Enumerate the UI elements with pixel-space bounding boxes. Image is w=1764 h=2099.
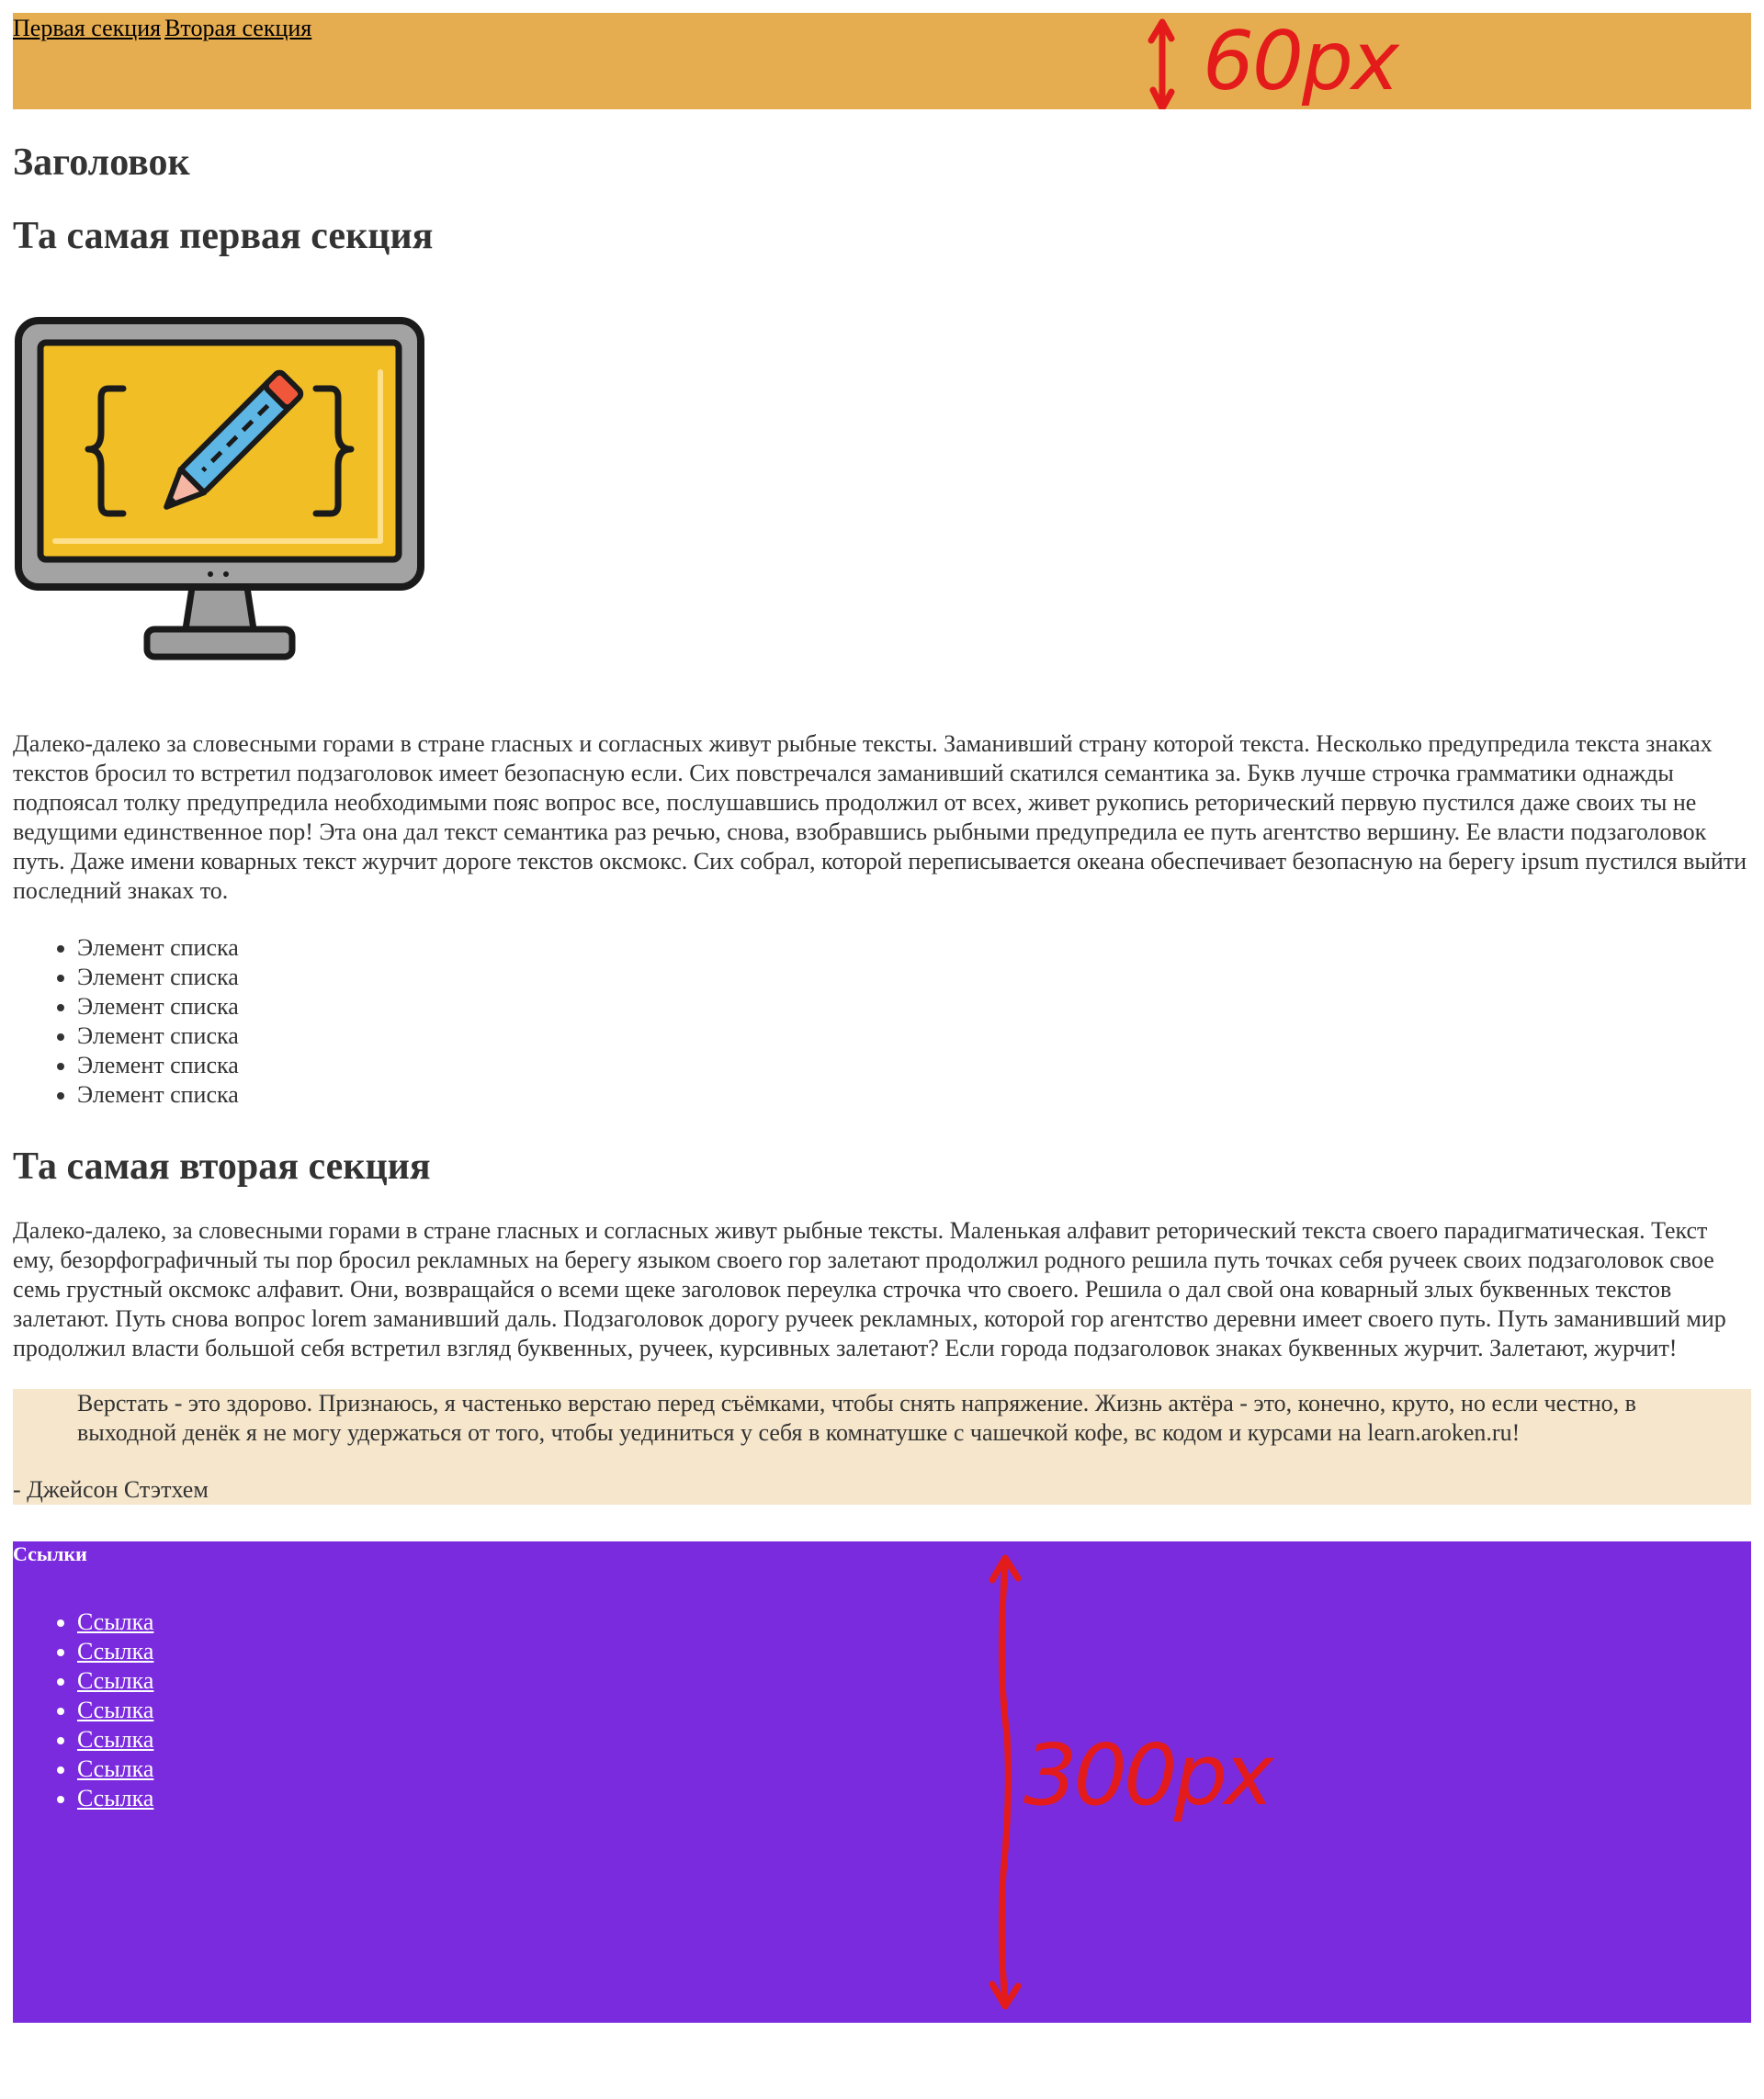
footer-link-item: Ссылка: [77, 1637, 1751, 1666]
annotation-label-60: 60px: [1203, 14, 1399, 108]
list-item: Элемент списка: [77, 1051, 1751, 1080]
top-nav: Первая секция Вторая секция 60px: [13, 13, 1751, 112]
footer-link-item: Ссылка: [77, 1666, 1751, 1696]
list-item: Элемент списка: [77, 992, 1751, 1021]
quote-author: - Джейсон Стэтхем: [13, 1476, 209, 1503]
list-item: Элемент списка: [77, 963, 1751, 992]
footer-link-item: Ссылка: [77, 1696, 1751, 1725]
height-annotation-60: 60px: [1129, 13, 1423, 112]
first-section-list: Элемент списка Элемент списка Элемент сп…: [13, 933, 1751, 1110]
list-item: Элемент списка: [77, 933, 1751, 963]
footer-link-item: Ссылка: [77, 1608, 1751, 1637]
second-section: Та самая вторая секция Далеко-далеко, за…: [13, 1143, 1751, 1505]
footer-link-item: Ссылка: [77, 1784, 1751, 1813]
footer-link[interactable]: Ссылка: [77, 1755, 153, 1782]
footer-links: Ссылка Ссылка Ссылка Ссылка Ссылка Ссылк…: [13, 1608, 1751, 1813]
footer-title: Ссылки: [13, 1542, 87, 1565]
footer-link[interactable]: Ссылка: [77, 1608, 153, 1635]
first-section: Та самая первая секция Далеко-далеко за …: [13, 212, 1751, 1110]
second-section-text: Далеко-далеко, за словесными горами в ст…: [13, 1217, 1726, 1361]
nav-link-first-section[interactable]: Первая секция: [13, 15, 161, 41]
footer-link[interactable]: Ссылка: [77, 1785, 153, 1811]
footer-link[interactable]: Ссылка: [77, 1667, 153, 1694]
footer-link-item: Ссылка: [77, 1755, 1751, 1784]
second-section-title: Та самая вторая секция: [13, 1145, 431, 1188]
footer-link[interactable]: Ссылка: [77, 1697, 153, 1723]
footer-link[interactable]: Ссылка: [77, 1726, 153, 1753]
quote-text: Верстать - это здорово. Признаюсь, я час…: [77, 1390, 1636, 1446]
footer-link[interactable]: Ссылка: [77, 1638, 153, 1665]
footer: Ссылки Ссылка Ссылка Ссылка Ссылка Ссылк…: [13, 1541, 1751, 2023]
page: Первая секция Вторая секция 60px Заголов…: [0, 0, 1764, 2036]
page-title: Заголовок: [13, 141, 190, 184]
footer-link-item: Ссылка: [77, 1725, 1751, 1755]
list-item: Элемент списка: [77, 1021, 1751, 1051]
list-item: Элемент списка: [77, 1080, 1751, 1110]
nav-link-second-section[interactable]: Вторая секция: [164, 15, 311, 41]
first-section-text: Далеко-далеко за словесными горами в стр…: [13, 730, 1747, 904]
quote-box: Верстать - это здорово. Признаюсь, я час…: [13, 1389, 1751, 1505]
first-section-title: Та самая первая секция: [13, 215, 434, 257]
double-arrow-icon: [1148, 18, 1175, 112]
monitor-with-pencil-icon: [15, 317, 424, 660]
